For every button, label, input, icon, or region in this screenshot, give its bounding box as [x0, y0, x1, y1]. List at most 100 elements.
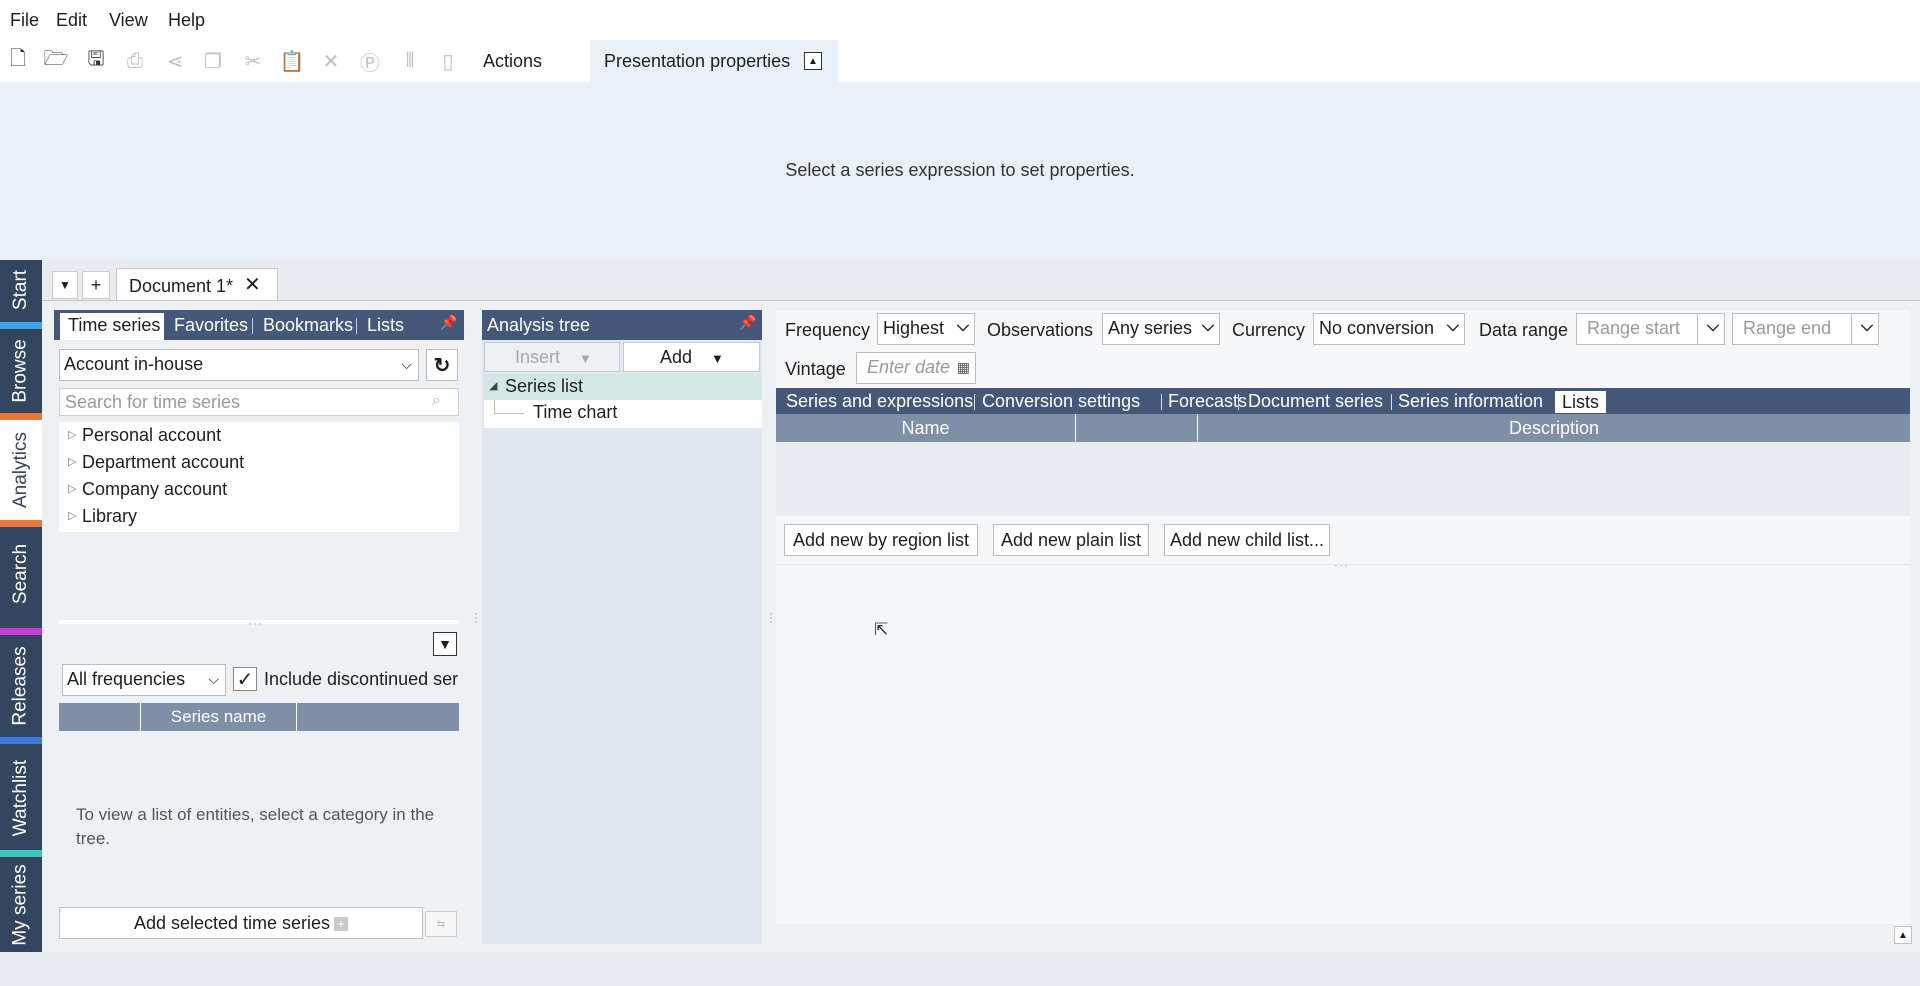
menu-file[interactable]: File: [10, 10, 39, 31]
currency-dropdown[interactable]: No conversion ⌵: [1313, 313, 1465, 345]
menu-edit[interactable]: Edit: [56, 10, 87, 31]
collapse-up-icon[interactable]: ▲: [1894, 926, 1912, 944]
nav-tab-watchlist[interactable]: Watchlist: [0, 745, 42, 851]
range-start-input[interactable]: Range start: [1576, 313, 1698, 345]
collapse-icon[interactable]: ◢: [489, 379, 497, 392]
menu-view[interactable]: View: [109, 10, 148, 31]
share-icon[interactable]: ⋖: [162, 48, 188, 74]
nav-tab-browse[interactable]: Browse: [0, 329, 42, 413]
observations-value: Any series: [1108, 318, 1193, 338]
nav-tab-analytics[interactable]: Analytics: [0, 420, 42, 520]
currency-label: Currency: [1232, 320, 1306, 340]
column-header[interactable]: [59, 703, 141, 731]
presentation-message: Select a series expression to set proper…: [785, 160, 1135, 180]
account-tree: ▷ Personal account ▷ Department account ▷ C…: [59, 422, 459, 532]
range-end-dropdown[interactable]: ⌵: [1851, 313, 1879, 345]
print-icon[interactable]: ⎙: [122, 48, 148, 74]
chevron-down-icon: ▼: [579, 351, 592, 366]
tab-forecasts[interactable]: Forecasts: [1168, 388, 1247, 414]
splitter-grip-icon[interactable]: ···: [1334, 558, 1349, 572]
filter-icon[interactable]: ▼: [433, 632, 457, 656]
add-button[interactable]: Add ▼: [623, 342, 760, 372]
tree-item-department-account[interactable]: ▷ Department account: [59, 452, 244, 478]
tree-item-company-account[interactable]: ▷ Company account: [59, 479, 227, 505]
delete-icon[interactable]: ✕: [318, 48, 344, 74]
copy-icon[interactable]: ❐: [200, 48, 226, 74]
add-selected-time-series-button[interactable]: Add selected time series +: [59, 907, 423, 939]
time-series-panel-header: Time series Favorites Bookmarks Lists: [54, 310, 464, 340]
tab-time-series[interactable]: Time series: [60, 313, 164, 340]
tree-item-time-chart[interactable]: Time chart: [484, 400, 762, 426]
refresh-button[interactable]: ↻: [426, 349, 458, 381]
expand-icon[interactable]: ▷: [68, 455, 76, 468]
chevron-down-icon: ⌵: [401, 356, 412, 372]
observations-label: Observations: [987, 320, 1094, 340]
empty-list-message: To view a list of entities, select a cat…: [76, 805, 435, 848]
expand-icon[interactable]: ▷: [68, 428, 76, 441]
tree-item-personal-account[interactable]: ▷ Personal account: [59, 425, 221, 451]
column-header[interactable]: [297, 703, 459, 731]
expand-icon[interactable]: ▷: [68, 482, 76, 495]
tab-presentation-properties[interactable]: Presentation properties: [590, 40, 838, 82]
column-header-series-name[interactable]: Series name: [141, 703, 297, 731]
nav-separator: [0, 628, 42, 635]
panel-icon[interactable]: ▯: [435, 48, 461, 74]
search-input[interactable]: Search for time series: [59, 388, 459, 416]
expand-icon[interactable]: ▷: [68, 509, 76, 522]
paste-icon[interactable]: 📋: [279, 48, 305, 74]
add-new-by-region-list-button[interactable]: Add new by region list: [784, 524, 978, 556]
column-header-name[interactable]: Name: [776, 414, 1076, 442]
analysis-tree-header: Analysis tree: [482, 310, 762, 340]
compare-icon[interactable]: ⦀: [397, 48, 423, 74]
add-new-plain-list-button[interactable]: Add new plain list: [993, 524, 1149, 556]
calendar-icon[interactable]: ▦: [957, 359, 970, 376]
plus-icon: +: [334, 917, 349, 932]
collapse-up-icon[interactable]: ▲: [804, 52, 822, 70]
new-document-icon[interactable]: 🗋: [5, 48, 31, 74]
save-icon[interactable]: 🖫: [83, 48, 109, 74]
frequency-filter-dropdown[interactable]: All frequencies ⌵: [62, 664, 226, 696]
vintage-label: Vintage: [785, 359, 846, 379]
frequency-label: Frequency: [785, 320, 871, 340]
tab-lists[interactable]: Lists: [359, 310, 404, 340]
add-options-icon[interactable]: ⇆: [425, 911, 457, 937]
add-new-child-list-button[interactable]: Add new child list...: [1164, 524, 1330, 556]
close-icon[interactable]: ✕: [244, 272, 264, 296]
open-folder-icon[interactable]: 🗁: [43, 48, 69, 74]
left-navigation: Start Browse Analytics Search Releases W…: [0, 260, 42, 952]
account-dropdown[interactable]: Account in-house ⌵: [59, 349, 419, 381]
tree-item-label: Department account: [82, 452, 245, 472]
include-discontinued-checkbox[interactable]: ✓: [233, 667, 257, 691]
pin-icon[interactable]: 📌: [739, 314, 757, 334]
tab-favorites[interactable]: Favorites: [166, 310, 248, 340]
frequency-dropdown[interactable]: Highest ⌵: [877, 313, 975, 345]
vintage-date-input[interactable]: Enter date ▦: [856, 352, 976, 384]
tree-item-library[interactable]: ▷ Library: [59, 506, 137, 532]
menu-help[interactable]: Help: [168, 10, 205, 31]
range-start-dropdown[interactable]: ⌵: [1697, 313, 1725, 345]
tree-item-series-list[interactable]: ◢ Series list: [484, 374, 762, 400]
tab-series-and-expressions[interactable]: Series and expressions: [786, 388, 973, 414]
range-end-input[interactable]: Range end: [1732, 313, 1852, 345]
nav-tab-start[interactable]: Start: [0, 260, 42, 320]
insert-button[interactable]: Insert ▼: [484, 342, 620, 372]
nav-separator: [0, 520, 42, 527]
tab-series-information[interactable]: Series information: [1398, 388, 1543, 414]
observations-dropdown[interactable]: Any series ⌵: [1102, 313, 1220, 345]
tab-bookmarks[interactable]: Bookmarks: [255, 310, 353, 340]
presentation-mode-icon[interactable]: Ⓟ: [357, 48, 383, 75]
tab-lists-active[interactable]: Lists: [1554, 390, 1608, 414]
pin-icon[interactable]: 📌: [440, 314, 458, 334]
tab-conversion-settings[interactable]: Conversion settings: [982, 388, 1140, 414]
splitter-grip-icon[interactable]: ···: [248, 616, 263, 630]
column-header[interactable]: [1076, 414, 1198, 442]
tab-actions[interactable]: Actions: [470, 40, 580, 82]
document-list-dropdown[interactable]: ▼: [52, 271, 78, 299]
nav-tab-releases[interactable]: Releases: [0, 636, 42, 736]
column-header-description[interactable]: Description: [1198, 414, 1910, 442]
cut-icon[interactable]: ✂: [240, 48, 266, 74]
add-document-button[interactable]: +: [82, 271, 110, 299]
tab-document-series[interactable]: Document series: [1248, 388, 1383, 414]
nav-tab-search[interactable]: Search: [0, 528, 42, 620]
nav-tab-my-series[interactable]: My series: [0, 858, 42, 952]
